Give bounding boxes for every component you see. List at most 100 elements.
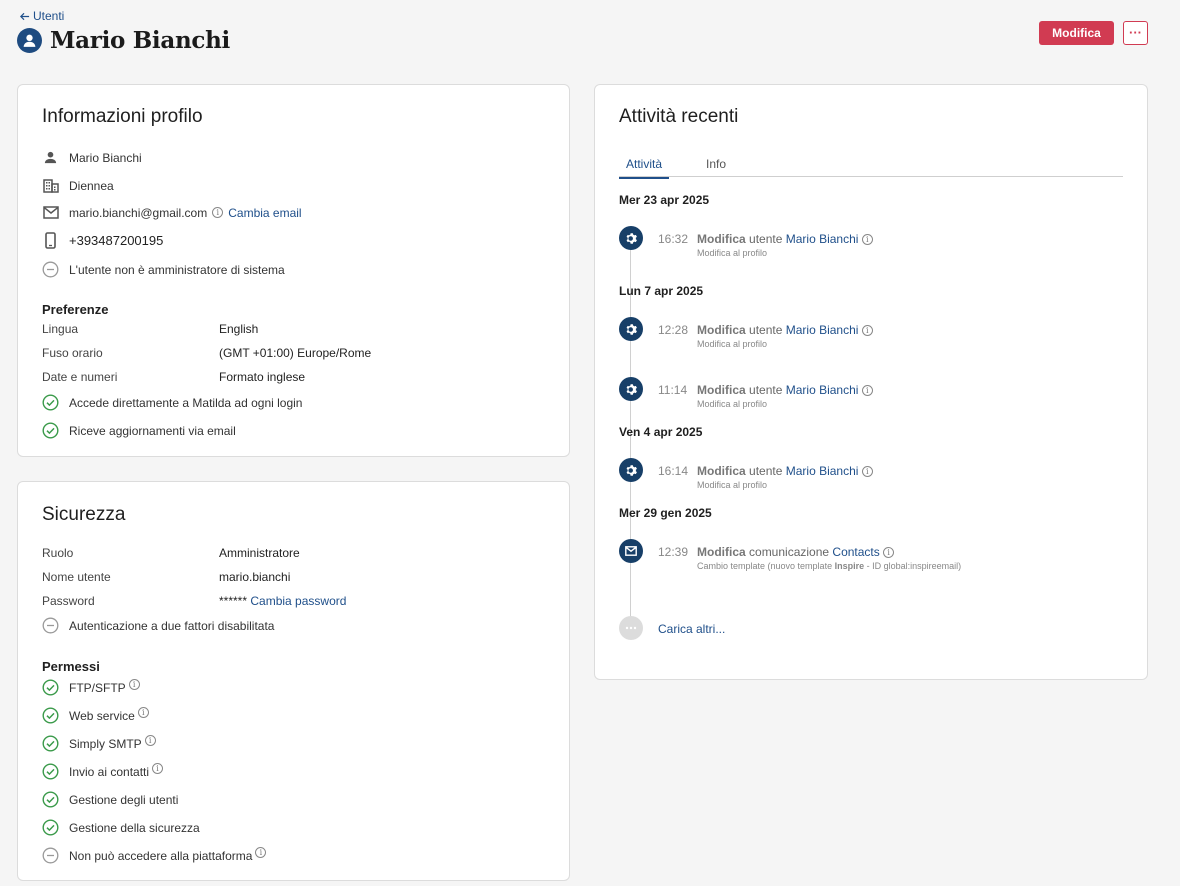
event-action: Modifica	[697, 232, 746, 246]
pref-value: (GMT +01:00) Europe/Rome	[219, 346, 372, 360]
minus-circle-icon	[42, 847, 59, 864]
permission-row: Gestione degli utenti	[42, 791, 178, 808]
event-detail: Modifica al profilo	[697, 339, 768, 349]
event-time: 16:14	[658, 464, 689, 478]
activity-tabs: Attività Info	[619, 151, 1123, 179]
event-object: comunicazione	[749, 545, 830, 559]
check-circle-icon	[42, 791, 59, 808]
security-label: Ruolo	[42, 546, 74, 560]
security-card-title: Sicurezza	[42, 504, 126, 525]
event-target-link[interactable]: Mario Bianchi	[786, 383, 859, 397]
info-icon[interactable]: i	[137, 707, 149, 718]
info-icon[interactable]: i	[861, 325, 873, 337]
permissions-heading: Permessi	[42, 659, 100, 674]
more-options-button[interactable]: ···	[1123, 21, 1148, 45]
back-link-label: Utenti	[33, 9, 65, 23]
info-icon[interactable]: i	[144, 735, 156, 746]
gear-icon	[619, 458, 643, 482]
minus-circle-icon	[42, 261, 59, 278]
two-factor-row: Autenticazione a due fattori disabilitat…	[42, 617, 274, 634]
event-target-link[interactable]: Mario Bianchi	[786, 232, 859, 246]
pref-label: Fuso orario	[42, 346, 103, 360]
event-detail: Cambio template (nuovo template Inspire …	[697, 561, 961, 571]
event-object: utente	[749, 383, 783, 397]
permission-row: Invio ai contatti i	[42, 763, 164, 780]
permission-label: Gestione della sicurezza	[69, 820, 200, 835]
pref-row-timezone: Fuso orario (GMT +01:00) Europe/Rome	[42, 346, 371, 360]
security-card: Sicurezza Ruolo Amministratore Nome utent…	[17, 481, 570, 881]
profile-email: mario.bianchi@gmail.com	[69, 205, 208, 220]
check-circle-icon	[42, 707, 59, 724]
mail-icon	[42, 204, 59, 221]
info-icon[interactable]: i	[212, 207, 224, 218]
back-link-utenti[interactable]: Utenti	[19, 9, 64, 23]
event-time: 12:39	[658, 545, 689, 559]
pref-row-date-format: Date e numeri Formato inglese	[42, 370, 305, 384]
flag-row-direct-login: Accede direttamente a Matilda ad ogni lo…	[42, 394, 302, 411]
info-icon[interactable]: i	[128, 679, 140, 690]
preferences-heading: Preferenze	[42, 302, 109, 317]
event-detail: Modifica al profilo	[697, 480, 768, 490]
pref-value: English	[219, 322, 259, 336]
profile-card: Informazioni profilo Mario Bianchi Dienn…	[17, 84, 570, 457]
event-description: Modifica utente Mario Bianchi i	[697, 232, 873, 246]
security-value: Amministratore	[219, 546, 300, 560]
flag-label: Accede direttamente a Matilda ad ogni lo…	[69, 395, 303, 410]
pref-value: Formato inglese	[219, 370, 306, 384]
mail-icon	[619, 539, 643, 563]
security-row-password: Password ****** Cambia password	[42, 594, 346, 608]
event-action: Modifica	[697, 323, 746, 337]
page-header: Mario Bianchi	[17, 27, 230, 54]
event-time: 12:28	[658, 323, 689, 337]
user-avatar-icon	[17, 28, 42, 53]
permission-label: Gestione degli utenti	[69, 792, 179, 807]
event-object: utente	[749, 232, 783, 246]
profile-admin-status: L'utente non è amministratore di sistema	[69, 262, 285, 277]
event-target-link[interactable]: Contacts	[832, 545, 879, 559]
more-dots-icon	[619, 616, 643, 640]
pref-row-language: Lingua English	[42, 322, 258, 336]
security-row-username: Nome utente mario.bianchi	[42, 570, 290, 584]
profile-phone: +393487200195	[69, 233, 164, 248]
permission-label: Simply SMTP	[69, 736, 142, 751]
info-icon[interactable]: i	[883, 547, 895, 559]
info-icon[interactable]: i	[152, 763, 164, 774]
gear-icon	[619, 377, 643, 401]
event-detail-prefix: Cambio template (nuovo template	[697, 561, 835, 571]
event-description: Modifica comunicazione Contacts i	[697, 545, 895, 559]
info-icon[interactable]: i	[861, 234, 873, 246]
change-password-link[interactable]: Cambia password	[250, 594, 346, 608]
timeline-date: Ven 4 apr 2025	[619, 425, 703, 439]
event-detail-bold: Inspire	[834, 561, 865, 571]
event-action: Modifica	[697, 383, 746, 397]
info-icon[interactable]: i	[861, 466, 873, 478]
profile-name-row: Mario Bianchi	[42, 149, 142, 166]
permission-row: Gestione della sicurezza	[42, 819, 200, 836]
info-icon[interactable]: i	[861, 385, 873, 397]
event-target-link[interactable]: Mario Bianchi	[786, 323, 859, 337]
security-label: Password	[42, 594, 95, 608]
check-circle-icon	[42, 735, 59, 752]
event-object: utente	[749, 464, 783, 478]
edit-button[interactable]: Modifica	[1039, 21, 1114, 45]
event-description: Modifica utente Mario Bianchi i	[697, 323, 873, 337]
permission-row: Non può accedere alla piattaforma i	[42, 847, 267, 864]
permission-row: FTP/SFTP i	[42, 679, 140, 696]
arrow-left-icon	[19, 12, 30, 20]
check-circle-icon	[42, 394, 59, 411]
page-title: Mario Bianchi	[50, 27, 230, 54]
event-object: utente	[749, 323, 783, 337]
change-email-link[interactable]: Cambia email	[228, 206, 301, 220]
tab-attivita[interactable]: Attività	[619, 157, 670, 179]
flag-label: Riceve aggiornamenti via email	[69, 423, 236, 438]
event-time: 16:32	[658, 232, 689, 246]
event-target-link[interactable]: Mario Bianchi	[786, 464, 859, 478]
info-icon[interactable]: i	[255, 847, 267, 858]
tab-info[interactable]: Info	[706, 157, 726, 171]
building-icon	[42, 177, 59, 194]
minus-circle-icon	[42, 617, 59, 634]
event-detail: Modifica al profilo	[697, 248, 768, 258]
event-detail: Modifica al profilo	[697, 399, 768, 409]
profile-name: Mario Bianchi	[69, 150, 142, 165]
load-more-link[interactable]: Carica altri...	[658, 622, 725, 636]
